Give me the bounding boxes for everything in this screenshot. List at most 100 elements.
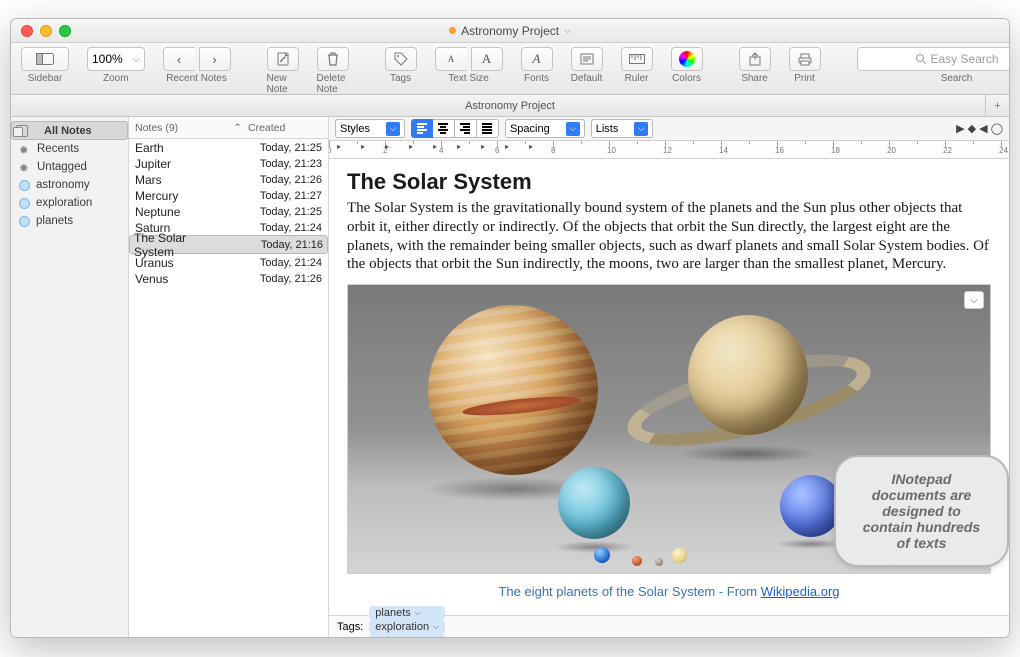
note-date: Today, 21:24 [242,257,322,269]
tag-chip[interactable]: astronomy ⌵ [369,634,445,638]
document-tab[interactable]: Astronomy Project [465,100,555,112]
saturn-icon [688,315,808,435]
align-right-button[interactable] [455,119,477,138]
spacing-select[interactable]: Spacing⌵ [505,119,585,138]
new-tab-button[interactable]: + [985,95,1009,117]
recent-next-button[interactable]: › [199,47,231,71]
tag-dot-icon [19,198,30,209]
note-name: The Solar System [134,231,227,259]
sidebar-item-exploration[interactable]: exploration [11,194,128,212]
align-left-button[interactable] [411,119,433,138]
align-justify-button[interactable] [477,119,499,138]
zoom-select[interactable]: 100%⌵ [87,47,145,71]
note-row[interactable]: The Solar SystemToday, 21:16 [129,235,328,254]
app-window: Astronomy Project ⌵ Sidebar 100%⌵ Zoom ‹… [10,18,1010,638]
document-tab-bar: Astronomy Project + [11,95,1009,117]
sidebar-item-label: All Notes [44,125,92,137]
sidebar-item-recents[interactable]: ✸Recents [11,140,128,158]
document-indicator-icon [449,27,456,34]
align-center-button[interactable] [433,119,455,138]
search-icon [915,53,927,65]
styles-select[interactable]: Styles⌵ [335,119,405,138]
note-date: Today, 21:16 [243,239,323,251]
stack-icon [16,125,28,137]
new-note-button[interactable] [267,47,299,71]
tag-dot-icon [19,180,30,191]
note-date: Today, 21:25 [242,142,322,154]
gear-icon: ✸ [19,143,31,155]
uranus-icon [558,467,630,539]
share-button[interactable] [739,47,771,71]
jupiter-icon [428,305,598,475]
note-name: Mars [135,173,242,187]
note-name: Venus [135,272,242,286]
note-row[interactable]: NeptuneToday, 21:25 [129,203,328,219]
recent-prev-button[interactable]: ‹ [163,47,195,71]
note-name: Earth [135,141,242,155]
lists-select[interactable]: Lists⌵ [591,119,654,138]
wikipedia-link[interactable]: Wikipedia.org [761,584,840,599]
print-button[interactable] [789,47,821,71]
sidebar-item-label: exploration [36,197,92,209]
ruler-button[interactable] [621,47,653,71]
note-row[interactable]: VenusToday, 21:26 [129,270,328,286]
image-caption: The eight planets of the Solar System - … [347,584,991,599]
close-window-button[interactable] [21,25,33,37]
note-name: Mercury [135,189,242,203]
image-options-button[interactable]: ⌵ [964,291,984,309]
chevron-down-icon: ⌵ [415,608,421,618]
zoom-window-button[interactable] [59,25,71,37]
chevron-down-icon: ⌵ [566,122,580,136]
note-date: Today, 21:26 [242,273,322,285]
note-date: Today, 21:27 [242,190,322,202]
notes-list-header[interactable]: Notes (9)⌃ Created [129,117,328,139]
note-row[interactable]: MarsToday, 21:26 [129,171,328,187]
tag-chip[interactable]: planets ⌵ [369,606,445,620]
minimize-window-button[interactable] [40,25,52,37]
mars-icon [632,556,642,566]
sort-asc-icon: ⌃ [233,122,242,134]
earth-icon [594,547,610,563]
search-input[interactable]: Easy Search [857,47,1010,71]
format-bar: Styles⌵ Spacing⌵ Lists⌵ ▶ ◆ ◀ ◯ [329,117,1009,141]
textsize-small-button[interactable]: A [435,47,467,71]
note-row[interactable]: MercuryToday, 21:27 [129,187,328,203]
default-style-button[interactable] [571,47,603,71]
notes-list: Notes (9)⌃ Created EarthToday, 21:25Jupi… [129,117,329,637]
nav-glyphs[interactable]: ▶ ◆ ◀ ◯ [956,122,1003,135]
neptune-icon [780,475,842,537]
note-name: Neptune [135,205,242,219]
note-row[interactable]: UranusToday, 21:24 [129,254,328,270]
note-heading: The Solar System [347,169,991,195]
chevron-down-icon[interactable]: ⌵ [564,25,571,36]
note-body-text: The Solar System is the gravitationally … [347,199,991,274]
sidebar-item-planets[interactable]: planets [11,212,128,230]
ruler[interactable]: 024681012141618202224▸▸▸▸▸▸▸▸▸ [329,141,1009,159]
sidebar-toggle-button[interactable] [21,47,69,71]
sidebar-item-astronomy[interactable]: astronomy [11,176,128,194]
sidebar-item-label: astronomy [36,179,90,191]
tag-chip[interactable]: exploration ⌵ [369,620,445,634]
color-wheel-icon [679,51,695,67]
chevron-down-icon: ⌵ [433,622,439,632]
gear-icon: ✸ [19,161,31,173]
delete-note-button[interactable] [317,47,349,71]
fonts-button[interactable]: A [521,47,553,71]
chevron-down-icon: ⌵ [386,122,400,136]
mercury-icon [655,558,663,566]
tags-label: Tags: [337,621,363,633]
tags-button[interactable] [385,47,417,71]
colors-button[interactable] [671,47,703,71]
note-date: Today, 21:26 [242,174,322,186]
textsize-large-button[interactable]: A [471,47,503,71]
window-title: Astronomy Project ⌵ [449,24,571,38]
note-row[interactable]: JupiterToday, 21:23 [129,155,328,171]
chevron-down-icon: ⌵ [431,636,437,638]
sidebar-item-all-notes[interactable]: All Notes [11,121,128,140]
note-date: Today, 21:25 [242,206,322,218]
sidebar-item-label: Untagged [37,161,87,173]
promo-callout: INotepad documents are designed to conta… [834,455,1009,567]
note-row[interactable]: EarthToday, 21:25 [129,139,328,155]
note-date: Today, 21:23 [242,158,322,170]
sidebar-item-untagged[interactable]: ✸ Untagged [11,158,128,176]
